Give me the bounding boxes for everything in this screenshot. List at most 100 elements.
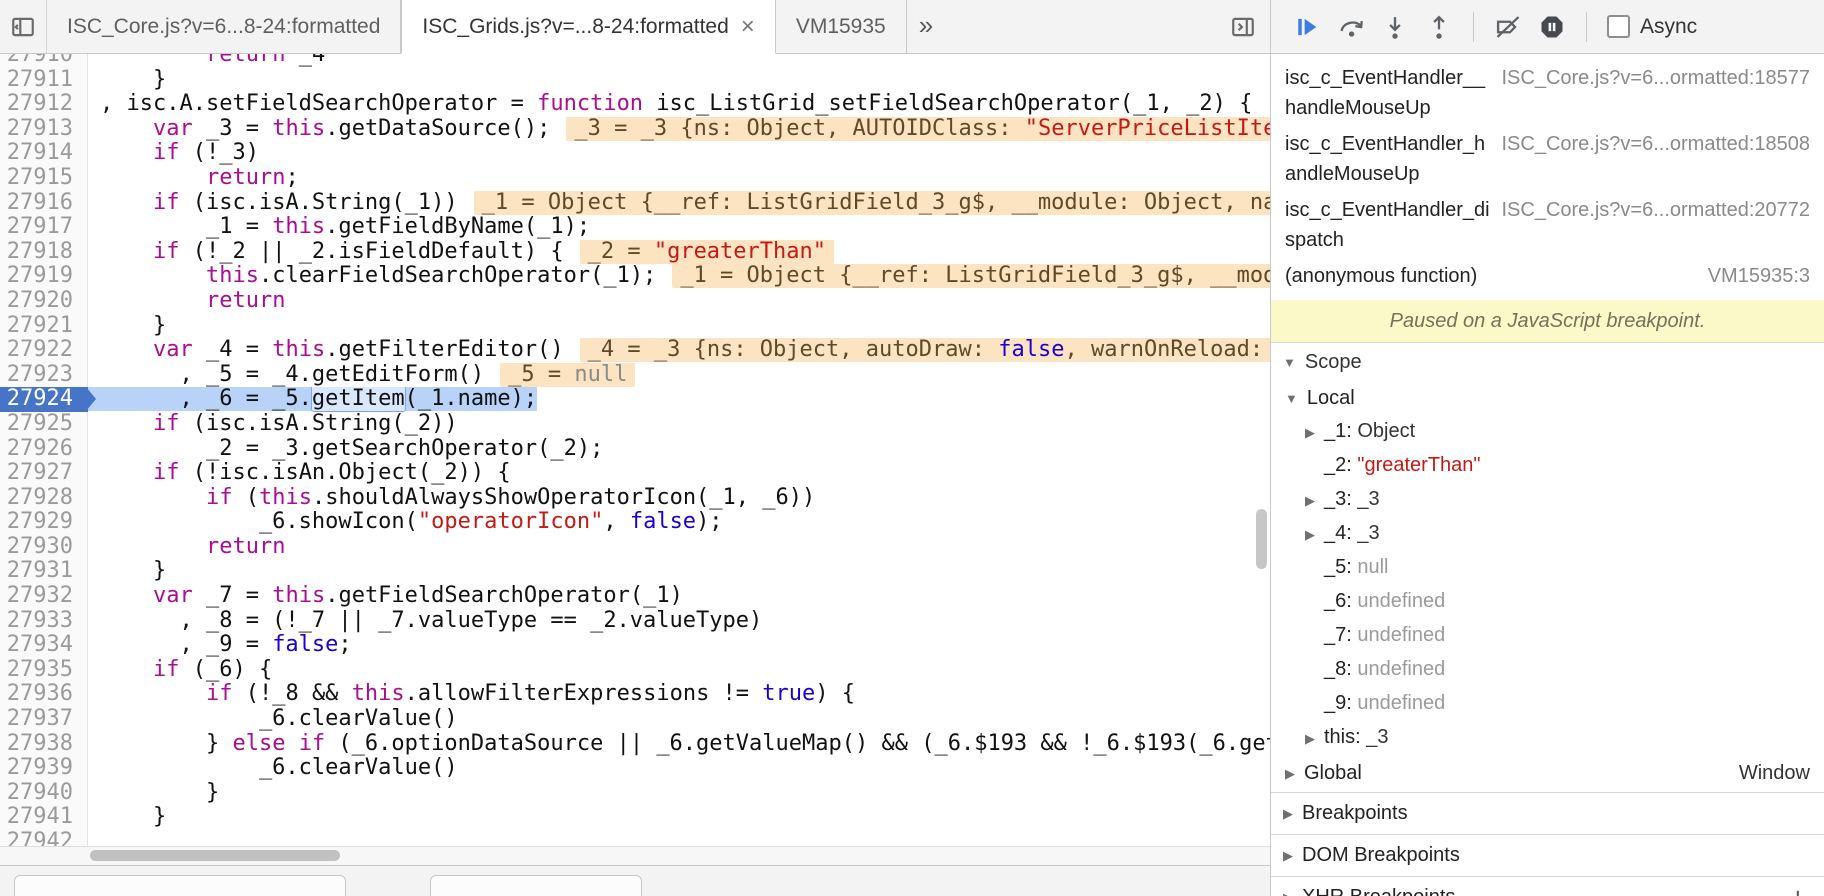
file-tab[interactable]: ISC_Grids.js?v=...8-24:formatted× bbox=[401, 0, 775, 54]
line-number[interactable]: 27912 bbox=[0, 92, 88, 117]
call-stack-frame[interactable]: ISC_Core.js?v=6...ormatted:18508isc_c_Ev… bbox=[1271, 126, 1824, 192]
file-tab[interactable]: ISC_Core.js?v=6...8-24:formatted bbox=[47, 0, 401, 53]
code-line[interactable]: 27913 var _3 = this.getDataSource();_3 =… bbox=[0, 117, 1270, 142]
line-number[interactable]: 27928 bbox=[0, 486, 88, 511]
vertical-scrollbar-thumb[interactable] bbox=[1256, 509, 1267, 569]
code-line[interactable]: 27920 return bbox=[0, 289, 1270, 314]
code-line[interactable]: 27915 return; bbox=[0, 166, 1270, 191]
step-over-button[interactable] bbox=[1332, 8, 1370, 46]
line-number[interactable]: 27915 bbox=[0, 166, 88, 191]
toggle-sidebar-button[interactable] bbox=[1220, 0, 1266, 53]
line-number[interactable]: 27936 bbox=[0, 682, 88, 707]
scope-global-row[interactable]: ▶ Global Window bbox=[1271, 755, 1824, 792]
line-number[interactable]: 27932 bbox=[0, 584, 88, 609]
line-number[interactable]: 27918 bbox=[0, 240, 88, 265]
code-line[interactable]: 27918 if (!_2 || _2.isFieldDefault) {_2 … bbox=[0, 240, 1270, 265]
scope-variable[interactable]: ▶this: _3 bbox=[1271, 721, 1824, 755]
call-stack-frame[interactable]: VM15935:3(anonymous function) bbox=[1271, 258, 1824, 294]
tab-overflow-button[interactable]: » bbox=[907, 10, 945, 41]
scope-variable[interactable]: ▶_7: undefined bbox=[1271, 619, 1824, 653]
line-number[interactable]: 27923 bbox=[0, 363, 88, 388]
line-number[interactable]: 27930 bbox=[0, 535, 88, 560]
code-line[interactable]: 27936 if (!_8 && this.allowFilterExpress… bbox=[0, 682, 1270, 707]
line-number[interactable]: 27941 bbox=[0, 805, 88, 830]
code-line[interactable]: 27929 _6.showIcon("operatorIcon", false)… bbox=[0, 510, 1270, 535]
expand-triangle-icon[interactable]: ▶ bbox=[1305, 420, 1315, 446]
code-line[interactable]: 27931 } bbox=[0, 559, 1270, 584]
code-line[interactable]: 27917 _1 = this.getFieldByName(_1); bbox=[0, 215, 1270, 240]
line-number[interactable]: 27921 bbox=[0, 314, 88, 339]
code-line[interactable]: 27924 , _6 = _5.getItem(_1.name); bbox=[0, 387, 1270, 412]
line-number[interactable]: 27911 bbox=[0, 68, 88, 93]
sidebar-section-header[interactable]: ▶DOM Breakpoints bbox=[1271, 834, 1824, 876]
horizontal-scrollbar[interactable] bbox=[0, 846, 1270, 865]
code-line[interactable]: 27940 } bbox=[0, 781, 1270, 806]
code-line[interactable]: 27938 } else if (_6.optionDataSource || … bbox=[0, 732, 1270, 757]
line-number[interactable]: 27917 bbox=[0, 215, 88, 240]
code-line[interactable]: 27921 } bbox=[0, 314, 1270, 339]
pause-on-exceptions-button[interactable] bbox=[1533, 8, 1571, 46]
call-stack-frame[interactable]: ISC_Core.js?v=6...ormatted:18577isc_c_Ev… bbox=[1271, 60, 1824, 126]
resume-button[interactable] bbox=[1288, 8, 1326, 46]
code-line[interactable]: 27919 this.clearFieldSearchOperator(_1);… bbox=[0, 264, 1270, 289]
code-line[interactable]: 27922 var _4 = this.getFilterEditor()_4 … bbox=[0, 338, 1270, 363]
line-number[interactable]: 27940 bbox=[0, 781, 88, 806]
code-line[interactable]: 27934 , _9 = false; bbox=[0, 633, 1270, 658]
scope-variable[interactable]: ▶_3: _3 bbox=[1271, 483, 1824, 517]
code-line[interactable]: 27933 , _8 = (!_7 || _7.valueType == _2.… bbox=[0, 609, 1270, 634]
expand-triangle-icon[interactable]: ▶ bbox=[1305, 488, 1315, 514]
scope-variable[interactable]: ▶_8: undefined bbox=[1271, 653, 1824, 687]
scope-variable[interactable]: ▶_2: "greaterThan" bbox=[1271, 449, 1824, 483]
code-line[interactable]: 27923 , _5 = _4.getEditForm()_5 = null bbox=[0, 363, 1270, 388]
scope-variable[interactable]: ▶_1: Object bbox=[1271, 415, 1824, 449]
step-into-button[interactable] bbox=[1376, 8, 1414, 46]
line-number[interactable]: 27920 bbox=[0, 289, 88, 314]
scope-section-header[interactable]: ▼ Scope bbox=[1271, 342, 1824, 382]
sidebar-section-header[interactable]: ▶Breakpoints bbox=[1271, 792, 1824, 834]
line-number[interactable]: 27929 bbox=[0, 510, 88, 535]
line-number[interactable]: 27926 bbox=[0, 437, 88, 462]
line-number[interactable]: 27938 bbox=[0, 732, 88, 757]
toggle-navigator-button[interactable] bbox=[0, 0, 47, 53]
line-number[interactable]: 27934 bbox=[0, 633, 88, 658]
expand-triangle-icon[interactable]: ▶ bbox=[1305, 522, 1315, 548]
close-tab-icon[interactable]: × bbox=[741, 17, 755, 37]
add-xhr-breakpoint-button[interactable]: + bbox=[1790, 888, 1806, 896]
scope-variable[interactable]: ▶_6: undefined bbox=[1271, 585, 1824, 619]
line-number[interactable]: 27922 bbox=[0, 338, 88, 363]
code-line[interactable]: 27930 return bbox=[0, 535, 1270, 560]
scope-local-header[interactable]: ▼ Local bbox=[1271, 382, 1824, 415]
line-number[interactable]: 27924 bbox=[0, 387, 88, 412]
line-number[interactable]: 27927 bbox=[0, 461, 88, 486]
code-line[interactable]: 27935 if (_6) { bbox=[0, 658, 1270, 683]
line-number[interactable]: 27933 bbox=[0, 609, 88, 634]
code-line[interactable]: 27912, isc.A.setFieldSearchOperator = fu… bbox=[0, 92, 1270, 117]
line-number[interactable]: 27910 bbox=[0, 54, 88, 68]
code-line[interactable]: 27928 if (this.shouldAlwaysShowOperatorI… bbox=[0, 486, 1270, 511]
line-number[interactable]: 27935 bbox=[0, 658, 88, 683]
file-tab[interactable]: VM15935 bbox=[776, 0, 907, 53]
line-number[interactable]: 27931 bbox=[0, 559, 88, 584]
code-line[interactable]: 27914 if (!_3) bbox=[0, 141, 1270, 166]
code-line[interactable]: 27942 bbox=[0, 830, 1270, 846]
line-number[interactable]: 27925 bbox=[0, 412, 88, 437]
scope-variable[interactable]: ▶_5: null bbox=[1271, 551, 1824, 585]
code-line[interactable]: 27927 if (!isc.isAn.Object(_2)) { bbox=[0, 461, 1270, 486]
call-stack-frame[interactable]: ISC_Core.js?v=6...ormatted:20772isc_c_Ev… bbox=[1271, 192, 1824, 258]
line-number[interactable]: 27916 bbox=[0, 191, 88, 216]
expand-triangle-icon[interactable]: ▶ bbox=[1305, 726, 1315, 752]
code-line[interactable]: 27932 var _7 = this.getFieldSearchOperat… bbox=[0, 584, 1270, 609]
code-line[interactable]: 27911 } bbox=[0, 68, 1270, 93]
code-line[interactable]: 27941 } bbox=[0, 805, 1270, 830]
step-out-button[interactable] bbox=[1420, 8, 1458, 46]
line-number[interactable]: 27913 bbox=[0, 117, 88, 142]
code-line[interactable]: 27925 if (isc.isA.String(_2)) bbox=[0, 412, 1270, 437]
line-number[interactable]: 27919 bbox=[0, 264, 88, 289]
sidebar-section-header[interactable]: ▶XHR Breakpoints+ bbox=[1271, 876, 1824, 896]
line-number[interactable]: 27942 bbox=[0, 830, 88, 846]
scope-variable[interactable]: ▶_9: undefined bbox=[1271, 687, 1824, 721]
horizontal-scrollbar-thumb[interactable] bbox=[90, 850, 340, 861]
code-line[interactable]: 27937 _6.clearValue() bbox=[0, 707, 1270, 732]
deactivate-breakpoints-button[interactable] bbox=[1489, 8, 1527, 46]
code-line[interactable]: 27916 if (isc.isA.String(_1))_1 = Object… bbox=[0, 191, 1270, 216]
